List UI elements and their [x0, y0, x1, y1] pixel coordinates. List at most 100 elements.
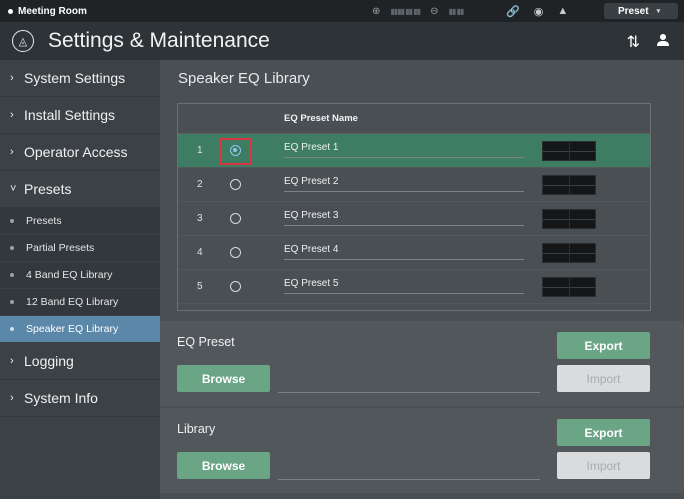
row-number: 1: [197, 145, 203, 156]
warning-icon[interactable]: ▲: [557, 5, 568, 17]
table-row[interactable]: 4 EQ Preset 4: [178, 236, 650, 270]
mixer-icon[interactable]: ⇅: [627, 32, 640, 52]
user-icon[interactable]: [656, 33, 670, 52]
sidebar-item-system-settings[interactable]: › System Settings: [0, 60, 160, 97]
preset-name-field[interactable]: EQ Preset 4: [284, 244, 524, 260]
preset-dropdown-label: Preset: [618, 5, 649, 17]
chevron-right-icon: ›: [10, 392, 14, 404]
output-meter-icon: ⊖: [430, 5, 439, 17]
presets-submenu: Presets Partial Presets 4 Band EQ Librar…: [0, 208, 160, 343]
eq-preset-import-button[interactable]: Import: [557, 365, 650, 392]
eq-curve-thumbnail: [542, 277, 596, 297]
sidebar-item-presets[interactable]: ˅ Presets: [0, 171, 160, 208]
library-panel: Library Export Browse Import: [160, 408, 684, 493]
row-number: 5: [197, 281, 203, 292]
sidebar-item-label: System Info: [24, 390, 98, 406]
bullet-icon: [10, 219, 14, 223]
row-radio-button[interactable]: [230, 179, 241, 190]
meter-icons: ⊕ ▮▮▮▮ ▮▮ ▮▮ ⊖ ▮▮ ▮▮: [372, 0, 473, 22]
sidebar-subitem-label: 4 Band EQ Library: [26, 269, 113, 281]
row-number: 4: [197, 247, 203, 258]
chevron-right-icon: ›: [10, 72, 14, 84]
page-title: Settings & Maintenance: [48, 29, 270, 52]
sidebar-item-label: Operator Access: [24, 144, 128, 160]
bullet-icon: [10, 300, 14, 304]
eq-preset-file-path-field[interactable]: [278, 392, 540, 393]
sidebar-item-logging[interactable]: › Logging: [0, 343, 160, 380]
status-bar: Meeting Room ⊕ ▮▮▮▮ ▮▮ ▮▮ ⊖ ▮▮ ▮▮ 🔗 ◉ ▲ …: [0, 0, 684, 22]
library-export-button[interactable]: Export: [557, 419, 650, 446]
preset-name-field[interactable]: EQ Preset 5: [284, 278, 524, 294]
sidebar-subitem-label: 12 Band EQ Library: [26, 296, 119, 308]
chevron-right-icon: ›: [10, 146, 14, 158]
section-title: Speaker EQ Library: [178, 70, 310, 87]
table-row[interactable]: 3 EQ Preset 3: [178, 202, 650, 236]
sidebar-item-label: Presets: [24, 181, 72, 197]
sidebar-item-label: System Settings: [24, 70, 126, 86]
eq-curve-thumbnail: [542, 141, 596, 161]
link-icon[interactable]: 🔗: [506, 5, 520, 18]
chevron-right-icon: ›: [10, 355, 14, 367]
library-browse-button[interactable]: Browse: [177, 452, 270, 479]
library-file-path-field[interactable]: [278, 479, 540, 480]
title-bar-actions: ⇅: [627, 32, 670, 52]
table-row[interactable]: 1 EQ Preset 1: [178, 134, 650, 168]
table-row[interactable]: 5 EQ Preset 5: [178, 270, 650, 304]
library-import-button[interactable]: Import: [557, 452, 650, 479]
chevron-right-icon: ›: [10, 109, 14, 121]
eq-curve-thumbnail: [542, 175, 596, 195]
chevron-down-icon: ˅: [10, 183, 17, 195]
room-dot-icon: [8, 8, 13, 14]
row-radio-button[interactable]: [230, 281, 241, 292]
eq-preset-table: EQ Preset Name 1 EQ Preset 1 2 EQ Preset…: [177, 103, 651, 311]
sidebar-item-operator-access[interactable]: › Operator Access: [0, 134, 160, 171]
main-content: Speaker EQ Library EQ Preset Name 1 EQ P…: [160, 60, 684, 499]
sidebar-subitem-partial-presets[interactable]: Partial Presets: [0, 235, 160, 262]
room-indicator: Meeting Room: [0, 6, 300, 17]
status-right-icons: 🔗 ◉ ▲: [506, 0, 582, 22]
brand-logo-icon: ◬: [12, 30, 34, 52]
input-level-meter: ▮▮▮▮ ▮▮ ▮▮: [390, 6, 421, 16]
input-meter-icon: ⊕: [372, 5, 381, 17]
eq-curve-thumbnail: [542, 209, 596, 229]
sidebar-subitem-presets[interactable]: Presets: [0, 208, 160, 235]
row-radio-button[interactable]: [230, 247, 241, 258]
eq-preset-panel: EQ Preset Export Browse Import: [160, 321, 684, 406]
sidebar-subitem-label: Presets: [26, 215, 62, 227]
sidebar-subitem-4-band-eq-library[interactable]: 4 Band EQ Library: [0, 262, 160, 289]
sidebar-subitem-label: Partial Presets: [26, 242, 95, 254]
output-level-meter: ▮▮ ▮▮: [448, 6, 464, 16]
sidebar-item-system-info[interactable]: › System Info: [0, 380, 160, 417]
chevron-down-icon: ▾: [656, 8, 661, 15]
library-label: Library: [177, 422, 216, 436]
eq-preset-export-button[interactable]: Export: [557, 332, 650, 359]
title-bar: ◬ Settings & Maintenance ⇅: [0, 22, 684, 60]
sidebar-subitem-12-band-eq-library[interactable]: 12 Band EQ Library: [0, 289, 160, 316]
column-header-name: EQ Preset Name: [284, 113, 358, 124]
bullet-icon: [10, 246, 14, 250]
eq-curve-thumbnail: [542, 243, 596, 263]
eq-preset-label: EQ Preset: [177, 335, 235, 349]
eq-preset-browse-button[interactable]: Browse: [177, 365, 270, 392]
sidebar-subitem-label: Speaker EQ Library: [26, 323, 119, 335]
preset-name-field[interactable]: EQ Preset 3: [284, 210, 524, 226]
sidebar: › System Settings › Install Settings › O…: [0, 60, 160, 499]
row-radio-button[interactable]: [230, 145, 241, 156]
preset-dropdown[interactable]: Preset ▾: [604, 3, 678, 19]
user-icon-shape: [657, 33, 669, 46]
record-icon: ◉: [533, 5, 544, 18]
row-number: 2: [197, 179, 203, 190]
sidebar-item-install-settings[interactable]: › Install Settings: [0, 97, 160, 134]
table-header: EQ Preset Name: [178, 104, 650, 134]
preset-name-field[interactable]: EQ Preset 1: [284, 142, 524, 158]
bullet-icon: [10, 273, 14, 277]
preset-name-field[interactable]: EQ Preset 2: [284, 176, 524, 192]
room-name: Meeting Room: [18, 5, 87, 17]
sidebar-item-label: Logging: [24, 353, 74, 369]
sidebar-item-label: Install Settings: [24, 107, 116, 123]
bullet-icon: [10, 327, 14, 331]
row-radio-button[interactable]: [230, 213, 241, 224]
sidebar-subitem-speaker-eq-library[interactable]: Speaker EQ Library: [0, 316, 160, 343]
table-row[interactable]: 2 EQ Preset 2: [178, 168, 650, 202]
row-number: 3: [197, 213, 203, 224]
